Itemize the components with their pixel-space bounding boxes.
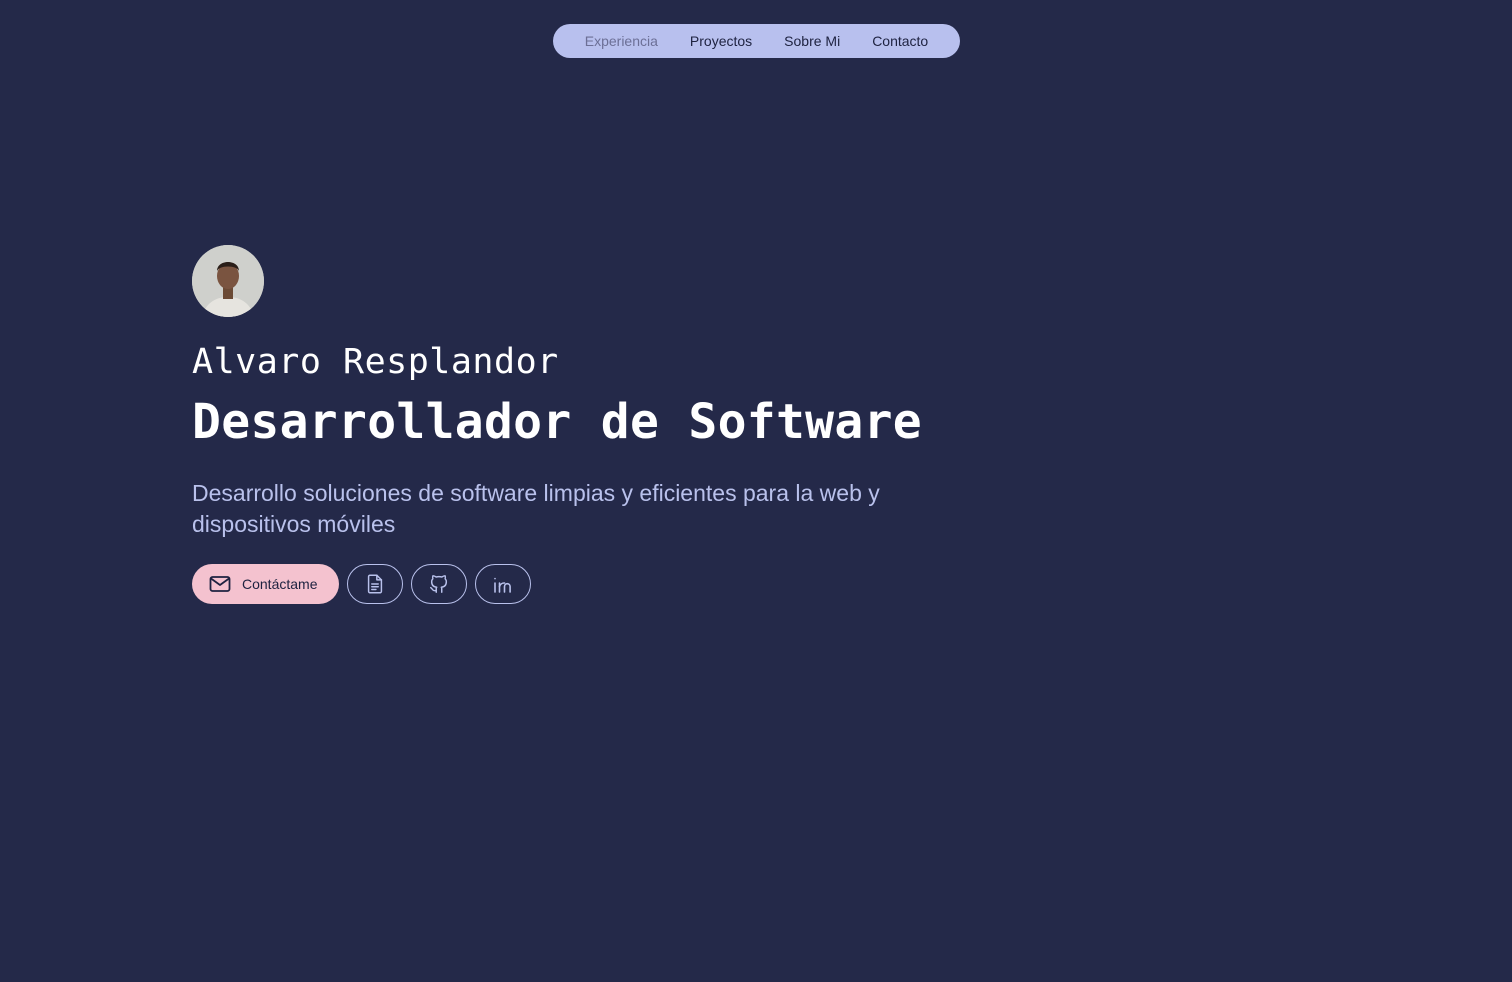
mail-icon <box>208 572 232 596</box>
contact-button-label: Contáctame <box>242 576 318 592</box>
file-text-icon <box>364 573 386 595</box>
person-name: Alvaro Resplandor <box>192 342 559 382</box>
nav-sobre-mi[interactable]: Sobre Mi <box>768 33 856 49</box>
github-button[interactable] <box>411 564 467 604</box>
linkedin-button[interactable] <box>475 564 531 604</box>
top-nav: Experiencia Proyectos Sobre Mi Contacto <box>553 24 960 58</box>
avatar <box>192 245 264 317</box>
github-icon <box>428 573 450 595</box>
cv-button[interactable] <box>347 564 403 604</box>
contact-button[interactable]: Contáctame <box>192 564 339 604</box>
job-title: Desarrollador de Software <box>192 394 922 450</box>
nav-experiencia[interactable]: Experiencia <box>569 33 674 49</box>
linkedin-icon <box>491 572 515 596</box>
action-buttons: Contáctame <box>192 564 531 604</box>
hero-description: Desarrollo soluciones de software limpia… <box>192 480 880 537</box>
nav-contacto[interactable]: Contacto <box>856 33 944 49</box>
nav-proyectos[interactable]: Proyectos <box>674 33 768 49</box>
